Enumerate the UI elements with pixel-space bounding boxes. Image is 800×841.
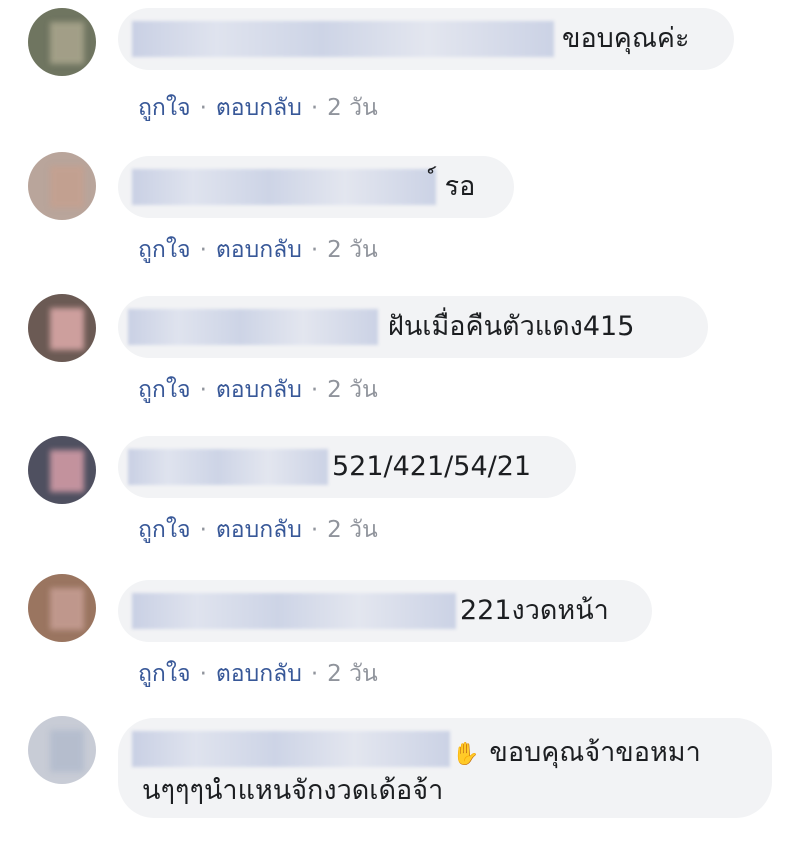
comment-timestamp[interactable]: 2 วัน [327,237,378,263]
comment-text: 221งวดหน้า [460,595,609,626]
like-button[interactable]: ถูกใจ [138,661,191,687]
author-name-redacted[interactable] [132,21,554,57]
comment-text-line-1: ✋ ขอบคุณจ้าขอหมา [452,736,701,772]
avatar[interactable] [28,152,96,220]
reply-button[interactable]: ตอบกลับ [216,661,302,687]
author-name-redacted[interactable] [128,309,378,345]
reply-button[interactable]: ตอบกลับ [216,237,302,263]
comment-actions: ถูกใจ · ตอบกลับ · 2 วัน [138,517,378,543]
like-button[interactable]: ถูกใจ [138,237,191,263]
like-button[interactable]: ถูกใจ [138,517,191,543]
avatar[interactable] [28,436,96,504]
comment-bubble: 521/421/54/21 [118,436,576,498]
avatar[interactable] [28,294,96,362]
author-name-redacted[interactable] [132,169,436,205]
like-button[interactable]: ถูกใจ [138,377,191,403]
comment-bubble: ์ รอ [118,156,514,218]
author-name-redacted[interactable] [132,593,456,629]
comment-actions: ถูกใจ · ตอบกลับ · 2 วัน [138,377,378,403]
comment-bubble: 221งวดหน้า [118,580,652,642]
comment-actions: ถูกใจ · ตอบกลับ · 2 วัน [138,661,378,687]
comment-bubble: ขอบคุณค่ะ [118,8,734,70]
comment-bubble: ฝันเมื่อคืนตัวแดง415 [118,296,708,358]
avatar[interactable] [28,716,96,784]
comment-timestamp[interactable]: 2 วัน [327,95,378,121]
reply-button[interactable]: ตอบกลับ [216,517,302,543]
comment-text: ์ รอ [436,171,476,202]
comment-text-line-2: นๆๆๆนำแหนจักงวดเด้อจ้า [142,775,444,806]
comment-actions: ถูกใจ · ตอบกลับ · 2 วัน [138,95,378,121]
reply-button[interactable]: ตอบกลับ [216,377,302,403]
comment-timestamp[interactable]: 2 วัน [327,517,378,543]
comment-text: ขอบคุณค่ะ [562,23,690,54]
author-name-redacted[interactable] [128,449,328,485]
comment-timestamp[interactable]: 2 วัน [327,377,378,403]
comment-text: ฝันเมื่อคืนตัวแดง415 [388,311,635,342]
like-button[interactable]: ถูกใจ [138,95,191,121]
avatar[interactable] [28,8,96,76]
avatar[interactable] [28,574,96,642]
reply-button[interactable]: ตอบกลับ [216,95,302,121]
comment-timestamp[interactable]: 2 วัน [327,661,378,687]
waving-hand-icon: ✋ [452,742,480,767]
author-name-redacted[interactable] [132,731,450,767]
comment-actions: ถูกใจ · ตอบกลับ · 2 วัน [138,237,378,263]
comment-text: 521/421/54/21 [332,451,532,482]
comment-bubble: ✋ ขอบคุณจ้าขอหมา นๆๆๆนำแหนจักงวดเด้อจ้า [118,718,772,818]
